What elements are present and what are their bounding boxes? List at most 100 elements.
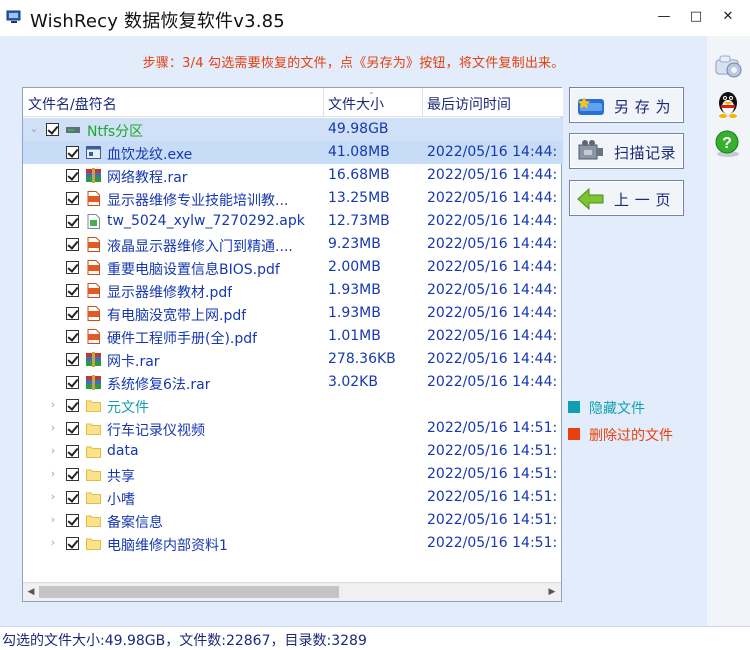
column-header-name[interactable]: 文件名/盘符名 <box>28 94 117 114</box>
table-row[interactable]: 血饮龙纹.exe 41.08MB 2022/05/16 14:44: <box>23 141 563 164</box>
row-checkbox[interactable] <box>66 330 79 343</box>
file-date: 2022/05/16 14:44: <box>427 167 558 183</box>
file-list[interactable]: 文件名/盘符名 文件大小 ⌄ 最后访问时间 ⌄ Ntfs分区 49.98GB 血… <box>22 87 563 602</box>
table-row[interactable]: 硬件工程师手册(全).pdf 1.01MB 2022/05/16 14:44: <box>23 325 563 348</box>
file-size: 9.23MB <box>328 236 381 252</box>
table-row[interactable]: › 小嗜 2022/05/16 14:51: <box>23 486 563 509</box>
scan-record-icon <box>578 140 603 160</box>
column-header-date[interactable]: 最后访问时间 <box>427 94 511 114</box>
file-name: 显示器维修专业技能培训教... <box>107 193 289 209</box>
file-name: 有电脑没宽带上网.pdf <box>107 308 247 324</box>
row-checkbox[interactable] <box>66 146 79 159</box>
pdf-icon <box>87 237 100 252</box>
save-as-label: 另 存 为 <box>614 98 672 116</box>
row-checkbox[interactable] <box>66 169 79 182</box>
folder-icon <box>86 423 101 435</box>
scroll-thumb[interactable] <box>39 586 339 598</box>
chevron-right-icon[interactable]: › <box>47 467 59 481</box>
row-checkbox[interactable] <box>46 123 59 136</box>
table-row[interactable]: 有电脑没宽带上网.pdf 1.93MB 2022/05/16 14:44: <box>23 302 563 325</box>
chevron-right-icon[interactable]: › <box>47 513 59 527</box>
row-checkbox[interactable] <box>66 537 79 550</box>
table-row[interactable]: › 行车记录仪视频 2022/05/16 14:51: <box>23 417 563 440</box>
settings-gear-icon[interactable] <box>712 50 744 82</box>
table-row[interactable]: › 电脑维修内部资料1 2022/05/16 14:51: <box>23 532 563 555</box>
file-date: 2022/05/16 14:44: <box>427 328 558 344</box>
rar-icon <box>86 352 101 367</box>
chevron-right-icon[interactable]: › <box>47 536 59 550</box>
horizontal-scrollbar[interactable]: ◀ ▶ <box>23 582 561 601</box>
legend-hidden-label: 隐藏文件 <box>589 401 645 417</box>
minimize-button[interactable]: — <box>650 6 678 28</box>
row-checkbox[interactable] <box>66 468 79 481</box>
row-checkbox[interactable] <box>66 422 79 435</box>
svg-text:?: ? <box>722 135 732 152</box>
pdf-icon <box>87 329 100 344</box>
row-checkbox[interactable] <box>66 491 79 504</box>
chevron-right-icon[interactable]: › <box>47 490 59 504</box>
row-checkbox[interactable] <box>66 192 79 205</box>
table-row[interactable]: 网卡.rar 278.36KB 2022/05/16 14:44: <box>23 348 563 371</box>
scroll-left-arrow-icon[interactable]: ◀ <box>24 585 38 599</box>
file-date: 2022/05/16 14:44: <box>427 351 558 367</box>
file-date: 2022/05/16 14:44: <box>427 259 558 275</box>
folder-icon <box>86 538 101 550</box>
row-checkbox[interactable] <box>66 376 79 389</box>
chevron-right-icon[interactable]: › <box>47 444 59 458</box>
close-button[interactable]: ✕ <box>714 6 742 28</box>
scan-record-button[interactable]: 扫描记录 <box>569 133 684 169</box>
row-checkbox[interactable] <box>66 261 79 274</box>
app-logo-icon <box>6 10 21 23</box>
table-row[interactable]: › 共享 2022/05/16 14:51: <box>23 463 563 486</box>
column-divider[interactable] <box>323 88 324 117</box>
file-name: 血饮龙纹.exe <box>107 147 193 163</box>
table-row[interactable]: › 备案信息 2022/05/16 14:51: <box>23 509 563 532</box>
file-date: 2022/05/16 14:44: <box>427 374 558 390</box>
pdf-icon <box>87 191 100 206</box>
scroll-right-arrow-icon[interactable]: ▶ <box>545 585 559 599</box>
exe-icon <box>86 146 101 159</box>
file-date: 2022/05/16 14:44: <box>427 236 558 252</box>
table-row[interactable]: 液晶显示器维修入门到精通.... 9.23MB 2022/05/16 14:44… <box>23 233 563 256</box>
row-checkbox[interactable] <box>66 399 79 412</box>
folder-name: 行车记录仪视频 <box>107 423 205 439</box>
row-checkbox[interactable] <box>66 514 79 527</box>
row-checkbox[interactable] <box>66 445 79 458</box>
apk-icon <box>87 214 100 229</box>
chevron-right-icon[interactable]: › <box>47 398 59 412</box>
file-size: 12.73MB <box>328 213 390 229</box>
table-row[interactable]: 网络教程.rar 16.68MB 2022/05/16 14:44: <box>23 164 563 187</box>
row-checkbox[interactable] <box>66 353 79 366</box>
prev-page-button[interactable]: 上 一 页 <box>569 180 684 216</box>
folder-icon <box>86 469 101 481</box>
table-row[interactable]: ⌄ Ntfs分区 49.98GB <box>23 118 563 141</box>
table-row[interactable]: 显示器维修教材.pdf 1.93MB 2022/05/16 14:44: <box>23 279 563 302</box>
file-date: 2022/05/16 14:44: <box>427 213 558 229</box>
file-date: 2022/05/16 14:44: <box>427 305 558 321</box>
pdf-icon <box>87 260 100 275</box>
table-row[interactable]: 系统修复6法.rar 3.02KB 2022/05/16 14:44: <box>23 371 563 394</box>
right-sidebar <box>707 36 750 626</box>
file-size: 1.01MB <box>328 328 381 344</box>
chevron-right-icon[interactable]: › <box>47 421 59 435</box>
table-row[interactable]: tw_5024_xylw_7270292.apk 12.73MB 2022/05… <box>23 210 563 233</box>
file-name: 重要电脑设置信息BIOS.pdf <box>107 262 280 278</box>
column-divider[interactable] <box>422 88 423 117</box>
legend-deleted-label: 删除过的文件 <box>589 428 673 444</box>
qq-penguin-icon[interactable] <box>712 88 744 120</box>
row-checkbox[interactable] <box>66 307 79 320</box>
row-checkbox[interactable] <box>66 215 79 228</box>
chevron-down-icon[interactable]: ⌄ <box>28 122 40 136</box>
table-row[interactable]: › 元文件 <box>23 394 563 417</box>
help-icon[interactable]: ? <box>712 128 744 160</box>
maximize-button[interactable]: □ <box>682 6 710 28</box>
rar-icon <box>86 168 101 183</box>
table-row[interactable]: › data 2022/05/16 14:51: <box>23 440 563 463</box>
hidden-color-swatch <box>568 401 580 413</box>
row-checkbox[interactable] <box>66 284 79 297</box>
row-checkbox[interactable] <box>66 238 79 251</box>
save-as-button[interactable]: 另 存 为 <box>569 87 684 123</box>
table-row[interactable]: 显示器维修专业技能培训教... 13.25MB 2022/05/16 14:44… <box>23 187 563 210</box>
table-row[interactable]: 重要电脑设置信息BIOS.pdf 2.00MB 2022/05/16 14:44… <box>23 256 563 279</box>
column-header-size[interactable]: 文件大小 <box>328 94 384 114</box>
